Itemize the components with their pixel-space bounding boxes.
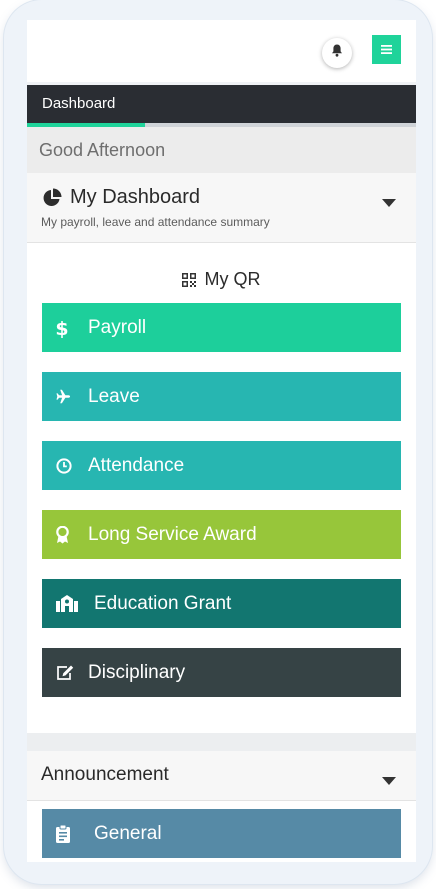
pie-chart-icon — [42, 188, 62, 213]
announcement-panel-body: General — [27, 801, 416, 862]
disciplinary-button[interactable]: Disciplinary — [42, 648, 401, 697]
dashboard-panel-header[interactable]: My Dashboard My payroll, leave and atten… — [27, 173, 416, 243]
hamburger-icon — [381, 41, 392, 59]
notification-button[interactable] — [322, 38, 352, 68]
dollar-icon: $ — [56, 318, 82, 338]
menu-button[interactable] — [372, 35, 401, 64]
leave-label: Leave — [88, 385, 140, 407]
chevron-down-icon[interactable] — [382, 772, 396, 790]
announcement-title: Announcement — [41, 764, 169, 785]
long-service-award-button[interactable]: Long Service Award — [42, 510, 401, 559]
plane-icon — [56, 389, 82, 404]
greeting-text: Good Afternoon — [27, 127, 416, 173]
tab-dashboard[interactable]: Dashboard — [42, 85, 115, 123]
navbar: Dashboard — [27, 85, 416, 123]
school-icon — [56, 595, 88, 612]
dashboard-panel-body: My QR $ Payroll Leave Attendance Long Se… — [27, 243, 416, 733]
long-service-award-label: Long Service Award — [88, 523, 257, 545]
education-grant-label: Education Grant — [94, 592, 232, 614]
clipboard-icon — [56, 824, 88, 843]
disciplinary-label: Disciplinary — [88, 661, 186, 683]
announcement-panel-header[interactable]: Announcement — [27, 751, 416, 801]
section-divider — [27, 733, 416, 751]
general-button[interactable]: General — [42, 809, 401, 858]
education-grant-button[interactable]: Education Grant — [42, 579, 401, 628]
my-qr-label: My QR — [204, 269, 261, 289]
clock-icon — [56, 457, 82, 474]
app-screen: Dashboard Good Afternoon My Dashboard My… — [27, 20, 416, 862]
edit-icon — [56, 665, 82, 681]
attendance-label: Attendance — [88, 454, 185, 476]
dashboard-subtitle: My payroll, leave and attendance summary — [41, 215, 270, 229]
svg-text:$: $ — [56, 318, 68, 338]
attendance-button[interactable]: Attendance — [42, 441, 401, 490]
chevron-down-icon[interactable] — [382, 194, 396, 212]
award-icon — [56, 525, 82, 544]
general-label: General — [94, 822, 162, 844]
top-bar — [27, 20, 416, 82]
leave-button[interactable]: Leave — [42, 372, 401, 421]
dashboard-title: My Dashboard — [70, 186, 201, 208]
phone-frame: Dashboard Good Afternoon My Dashboard My… — [4, 0, 432, 884]
payroll-button[interactable]: $ Payroll — [42, 303, 401, 352]
payroll-label: Payroll — [88, 316, 147, 338]
bell-icon — [331, 44, 343, 62]
qr-code-icon — [182, 269, 204, 289]
my-qr-link[interactable]: My QR — [27, 269, 416, 290]
